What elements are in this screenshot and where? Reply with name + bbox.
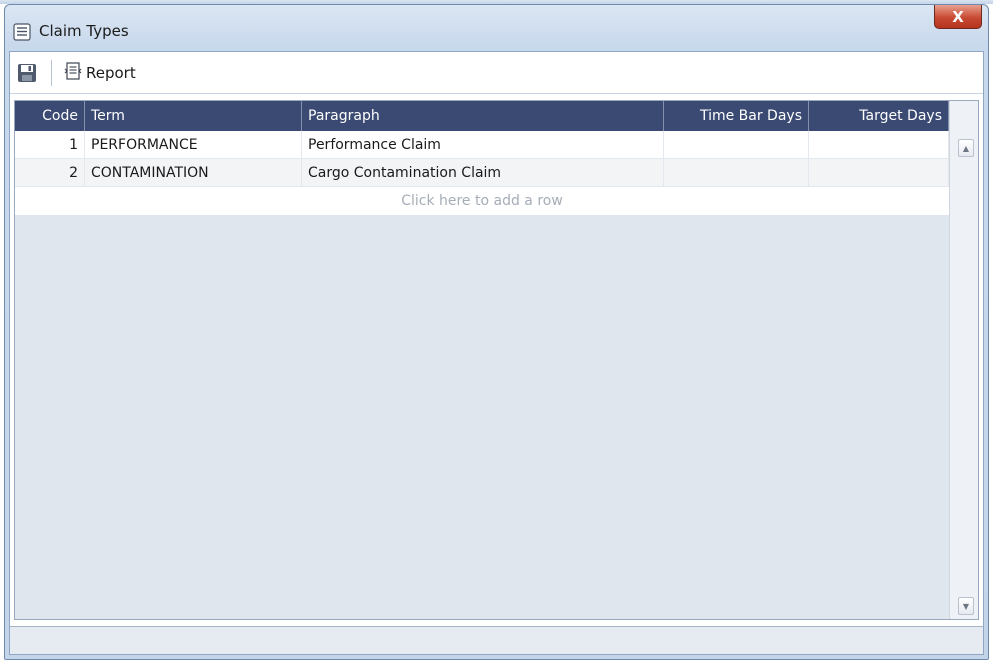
window-title: Claim Types <box>39 22 129 40</box>
cell-target-days[interactable] <box>809 159 949 187</box>
add-row-button[interactable]: Click here to add a row <box>15 187 949 215</box>
list-window-icon <box>13 23 31 41</box>
grid-header: Code Term Paragraph Time Bar Days Target… <box>15 101 949 131</box>
cell-code[interactable]: 1 <box>15 131 85 159</box>
column-header-paragraph[interactable]: Paragraph <box>302 101 664 131</box>
column-header-target-days[interactable]: Target Days <box>809 101 949 131</box>
floppy-disk-icon[interactable] <box>16 62 38 84</box>
cell-time-bar-days[interactable] <box>664 159 809 187</box>
cell-code[interactable]: 2 <box>15 159 85 187</box>
table-row[interactable]: 1 PERFORMANCE Performance Claim <box>15 131 949 159</box>
cell-paragraph[interactable]: Cargo Contamination Claim <box>302 159 664 187</box>
report-label: Report <box>86 64 136 82</box>
vertical-scrollbar[interactable]: ▲ ▼ <box>949 101 978 619</box>
arrow-up-icon[interactable]: ▲ <box>958 139 974 157</box>
claim-types-grid: Code Term Paragraph Time Bar Days Target… <box>14 100 979 620</box>
cell-target-days[interactable] <box>809 131 949 159</box>
close-button[interactable]: X <box>934 5 982 29</box>
cell-term[interactable]: CONTAMINATION <box>85 159 302 187</box>
toolbar: Report <box>10 52 983 94</box>
arrow-down-icon[interactable]: ▼ <box>958 597 974 615</box>
cell-time-bar-days[interactable] <box>664 131 809 159</box>
status-bar <box>10 626 983 654</box>
column-header-time-bar-days[interactable]: Time Bar Days <box>664 101 809 131</box>
column-header-code[interactable]: Code <box>15 101 85 131</box>
toolbar-separator <box>51 60 52 86</box>
window-client-area: Report Code Term Paragraph Time Bar Days… <box>9 51 984 655</box>
report-document-icon <box>62 60 84 86</box>
cell-paragraph[interactable]: Performance Claim <box>302 131 664 159</box>
title-bar[interactable]: Claim Types X <box>5 5 988 51</box>
column-header-term[interactable]: Term <box>85 101 302 131</box>
table-row[interactable]: 2 CONTAMINATION Cargo Contamination Clai… <box>15 159 949 187</box>
claim-types-window: Claim Types X Report Code Term Paragraph… <box>4 4 989 660</box>
report-button[interactable]: Report <box>62 60 136 86</box>
cell-term[interactable]: PERFORMANCE <box>85 131 302 159</box>
